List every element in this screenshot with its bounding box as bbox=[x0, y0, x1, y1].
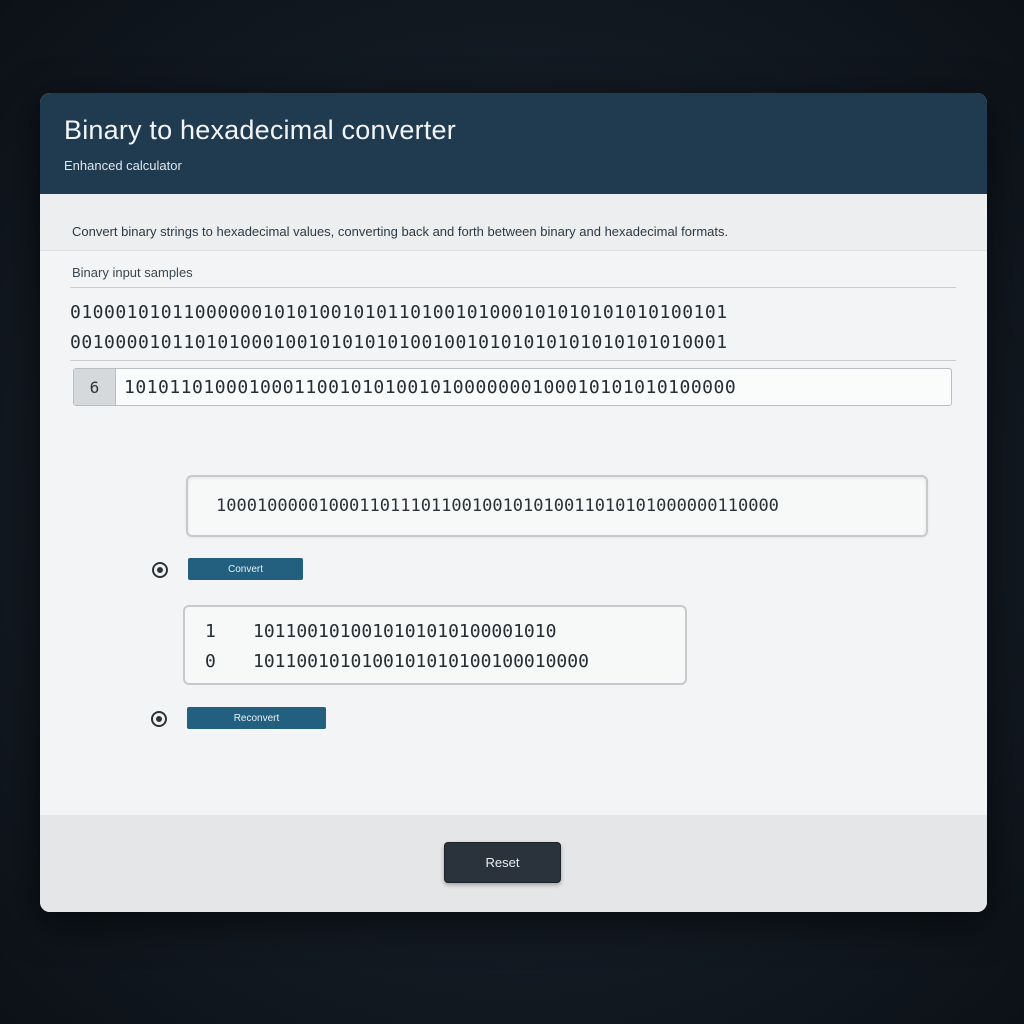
bit-row-field[interactable]: 6 10101101000100011001010100101000000010… bbox=[73, 368, 952, 406]
window-subtitle: Enhanced calculator bbox=[64, 158, 182, 173]
binary-input-area[interactable]: 0100010101100000010101001010110100101000… bbox=[70, 287, 956, 361]
result-box: 1 1011001010010101010100001010 0 1011001… bbox=[183, 605, 687, 685]
result-value: 1011001010010101010100001010 bbox=[253, 621, 557, 642]
binary-input-line: 0100010101100000010101001010110100101000… bbox=[70, 302, 728, 323]
description-text: Convert binary strings to hexadecimal va… bbox=[72, 224, 729, 239]
result-value: 1011001010100101010100100010000 bbox=[253, 651, 589, 672]
result-row: 0 1011001010100101010100100010000 bbox=[205, 647, 685, 677]
window-header: Binary to hexadecimal converter Enhanced… bbox=[40, 93, 987, 194]
output-value: 1000100000100011011101100100101010011010… bbox=[216, 496, 779, 516]
window-title: Binary to hexadecimal converter bbox=[64, 115, 456, 145]
converter-window: Binary to hexadecimal converter Enhanced… bbox=[40, 93, 987, 912]
window-footer: Reset bbox=[40, 815, 987, 912]
convert-radio[interactable] bbox=[152, 562, 168, 578]
output-field[interactable]: 1000100000100011011101100100101010011010… bbox=[186, 475, 928, 537]
reset-button[interactable]: Reset bbox=[444, 842, 561, 883]
description-bar: Convert binary strings to hexadecimal va… bbox=[40, 194, 987, 251]
reconvert-button[interactable]: Reconvert bbox=[187, 707, 326, 729]
bit-row-tag: 6 bbox=[74, 369, 116, 405]
result-row: 1 1011001010010101010100001010 bbox=[205, 617, 685, 647]
result-index: 0 bbox=[205, 651, 216, 672]
result-index: 1 bbox=[205, 621, 216, 642]
bit-row-value: 1010110100010001100101010010100000001000… bbox=[124, 376, 737, 398]
convert-button[interactable]: Convert bbox=[188, 558, 303, 580]
reconvert-radio[interactable] bbox=[151, 711, 167, 727]
input-label: Binary input samples bbox=[72, 265, 193, 280]
binary-input-line: 0010000101101010001001010101010010010101… bbox=[70, 332, 728, 353]
